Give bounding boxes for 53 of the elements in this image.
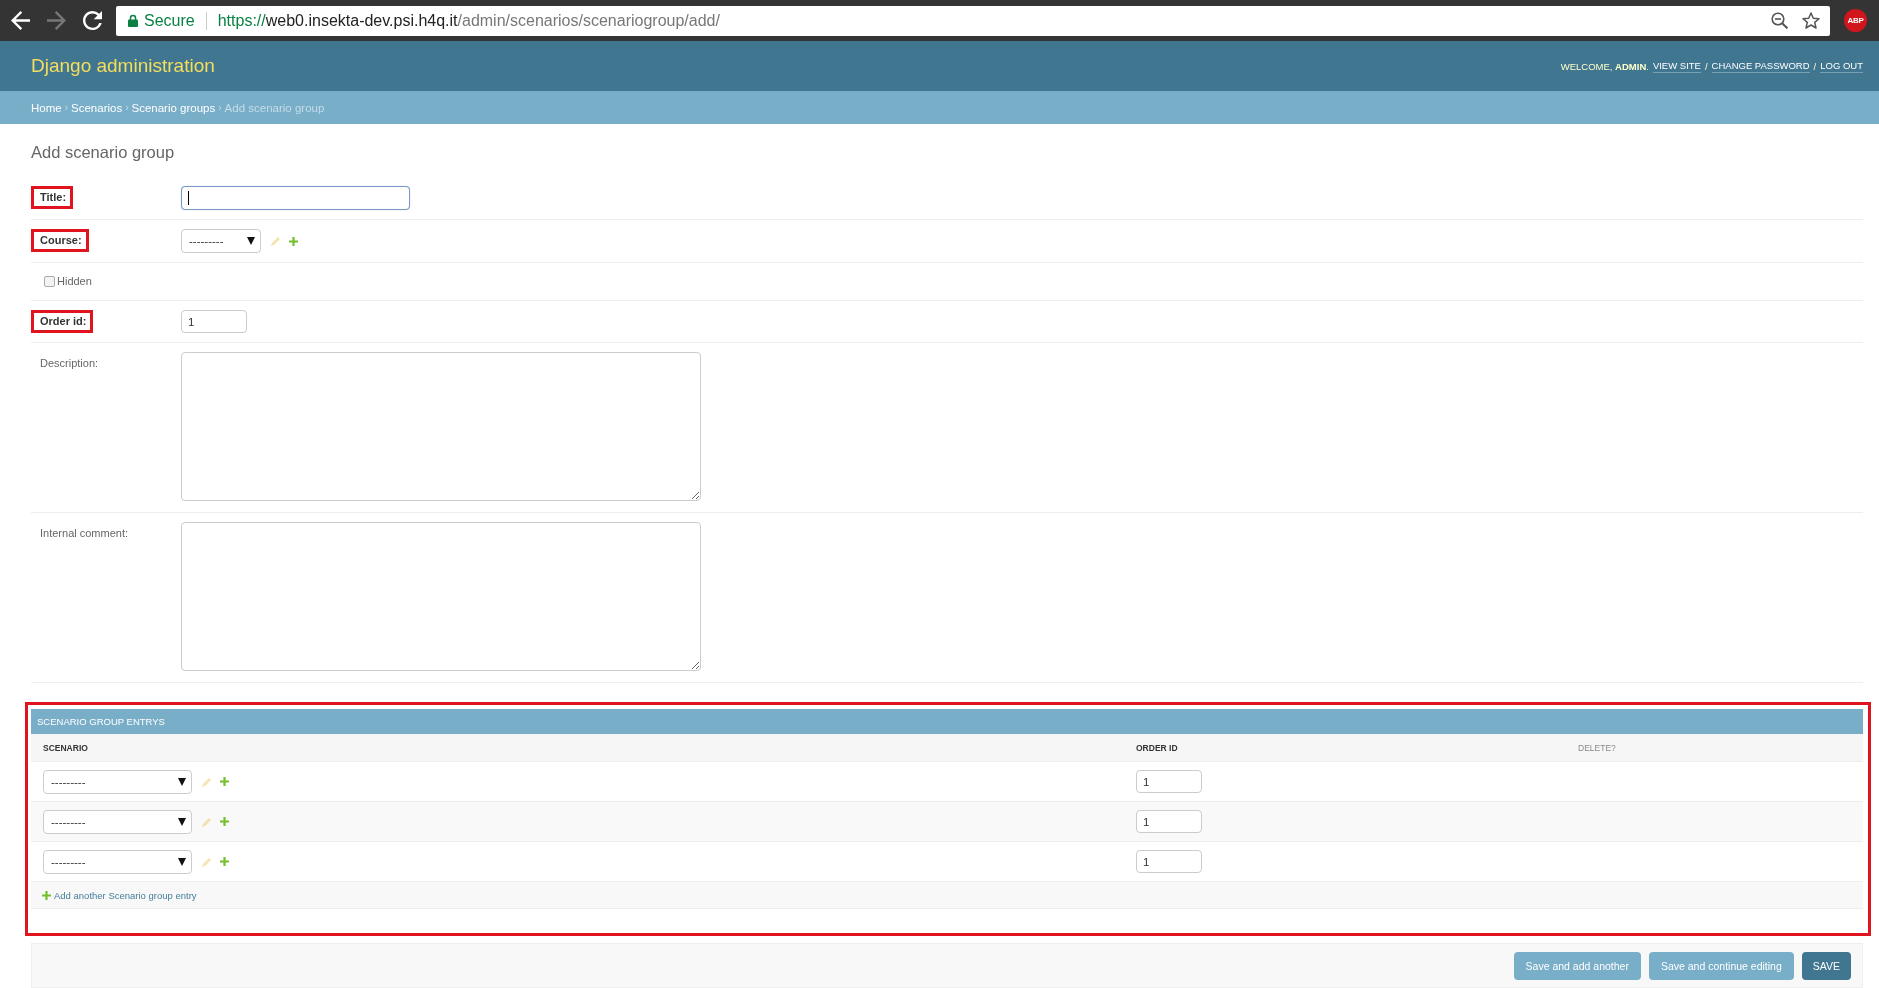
save-button[interactable]: SAVE (1801, 951, 1851, 980)
text-cursor-icon (188, 191, 189, 205)
dropdown-select[interactable]: --------- (43, 809, 192, 834)
column-header: ORDER ID (1124, 734, 1566, 762)
user-link[interactable]: CHANGE PASSWORD (1711, 59, 1810, 73)
order-id-input[interactable]: 1 (1136, 770, 1202, 793)
caret-icon (247, 237, 255, 245)
security-label: Secure (144, 11, 195, 30)
star-icon[interactable] (1802, 12, 1820, 29)
text-input[interactable] (181, 186, 410, 210)
field-label: Order id: (31, 310, 94, 333)
breadcrumb-separator: › (125, 102, 129, 113)
plus-icon[interactable] (289, 236, 298, 246)
link-separator: / (1813, 60, 1817, 72)
plus-icon (42, 890, 51, 900)
lock-icon (128, 14, 138, 27)
plus-icon[interactable] (220, 817, 229, 826)
reload-icon[interactable] (83, 11, 102, 30)
textarea-field[interactable] (181, 522, 701, 671)
order-id-input[interactable]: 1 (1136, 810, 1202, 833)
add-another-link[interactable]: Add another Scenario group entry (42, 889, 197, 901)
address-bar[interactable]: Secure https://web0.insekta-dev.psi.h4q.it/admin/scenarios/scenariogroup/add/ (116, 5, 1830, 36)
page-heading: Add scenario group (31, 142, 176, 163)
back-arrow-icon[interactable] (11, 11, 30, 30)
zoom-out-icon[interactable] (1771, 12, 1788, 29)
checkbox[interactable] (44, 276, 55, 287)
extension-button[interactable]: ABP (1844, 9, 1867, 32)
inline-group-header: SCENARIO GROUP ENTRYS (31, 709, 1863, 734)
caret-icon (178, 857, 186, 866)
order-id-input[interactable]: 1 (1136, 850, 1202, 873)
column-header: DELETE? (1566, 734, 1863, 762)
caret-icon (178, 777, 186, 786)
caret-icon (178, 817, 186, 826)
field-label: Course: (31, 229, 89, 252)
site-title[interactable]: Django administration (31, 55, 215, 77)
number-input[interactable]: 1 (181, 310, 247, 333)
field-label: Hidden (57, 275, 92, 288)
user-link[interactable]: VIEW SITE (1652, 59, 1701, 73)
plus-icon[interactable] (220, 857, 229, 866)
dropdown-select[interactable]: --------- (43, 769, 192, 794)
dropdown-select[interactable]: --------- (43, 849, 192, 874)
breadcrumb-separator: › (218, 102, 222, 113)
welcome-text: WELCOME, ADMIN. (1560, 60, 1649, 72)
breadcrumb-current: Add scenario group (224, 101, 325, 114)
url-text[interactable]: https://web0.insekta-dev.psi.h4q.it/admin/scenarios/scenariogroup/add/ (217, 11, 720, 30)
plus-icon[interactable] (220, 777, 229, 786)
user-link[interactable]: LOG OUT (1820, 59, 1863, 73)
link-separator: / (1704, 60, 1708, 72)
breadcrumb-separator: › (64, 102, 69, 113)
field-label: Title: (31, 186, 74, 209)
textarea-field[interactable] (181, 352, 701, 501)
dropdown-select[interactable]: --------- (181, 229, 261, 253)
column-header: SCENARIO (31, 734, 1124, 762)
